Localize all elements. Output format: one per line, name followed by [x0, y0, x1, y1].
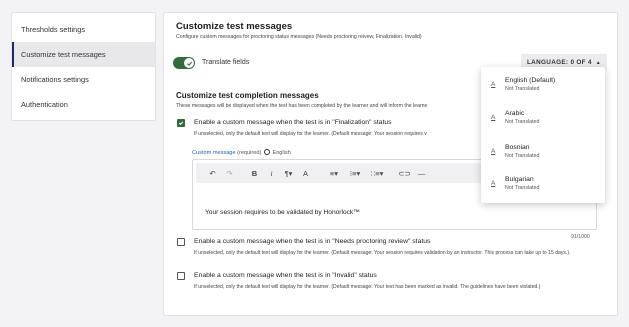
needs-review-checkbox[interactable] [177, 238, 185, 246]
language-option-bosnian[interactable]: A Bosnian Not Translated [481, 139, 605, 169]
bold-icon[interactable]: B [246, 169, 263, 178]
custom-message-text[interactable]: Your session requires to be validated by… [205, 209, 360, 216]
completion-section-description: These messages will be displayed when th… [176, 103, 428, 109]
invalid-help-text: If unselected, only the default text wil… [194, 284, 541, 290]
custom-message-required: (required) [237, 150, 262, 156]
language-status: Not Translated [505, 86, 540, 92]
globe-icon [263, 149, 270, 155]
character-counter: 91/1000 [571, 234, 590, 240]
language-option-arabic[interactable]: A Arabic Not Translated [481, 105, 605, 135]
language-name: Arabic [505, 110, 525, 117]
completion-section-title: Customize test completion messages [176, 91, 319, 100]
language-option-bulgarian[interactable]: A Bulgarian Not Translated [481, 171, 605, 201]
check-icon [178, 121, 184, 126]
bullet-list-icon[interactable]: ∷≡▾ [366, 169, 388, 178]
translate-icon: A [491, 148, 496, 155]
language-name: Bulgarian [505, 176, 534, 183]
translate-fields-toggle[interactable] [173, 57, 195, 69]
language-button-label: LANGUAGE: 0 OF 4 [526, 59, 592, 66]
custom-message-label: Custom message (required) English [192, 149, 291, 156]
translate-icon: A [491, 114, 496, 121]
caret-up-icon: ▲ [595, 59, 602, 66]
language-name: English (Default) [505, 77, 556, 84]
language-option-english[interactable]: A English (Default) Not Translated [481, 72, 605, 102]
finalization-checkbox[interactable] [177, 119, 185, 127]
redo-icon[interactable]: ↷ [221, 169, 238, 178]
language-status: Not Translated [505, 185, 540, 191]
language-dropdown-menu: A English (Default) Not Translated A Ara… [481, 67, 605, 203]
language-name: Bosnian [505, 144, 530, 151]
sidebar-item-thresholds-settings[interactable]: Thresholds settings [12, 17, 155, 42]
ordered-list-icon[interactable]: ⁝≡▾ [344, 169, 366, 178]
custom-message-language: English [272, 150, 291, 156]
settings-sidebar: Thresholds settings Customize test messa… [11, 12, 156, 121]
page-subtitle: Configure custom messages for proctoring… [176, 34, 422, 40]
translate-icon: A [491, 81, 496, 88]
undo-icon[interactable]: ↶ [204, 169, 221, 178]
language-status: Not Translated [505, 119, 540, 125]
italic-icon[interactable]: i [263, 169, 280, 178]
page-title: Customize test messages [176, 21, 293, 32]
invalid-checkbox[interactable] [177, 272, 185, 280]
paragraph-format-icon[interactable]: ¶▾ [280, 169, 297, 178]
finalization-help-text: If unselected, only the default text wil… [194, 131, 427, 137]
sidebar-item-notifications-settings[interactable]: Notifications settings [12, 67, 155, 92]
sidebar-item-authentication[interactable]: Authentication [12, 92, 155, 117]
check-icon [184, 58, 194, 68]
text-color-icon[interactable]: A [297, 169, 314, 178]
invalid-checkbox-label: Enable a custom message when the test is… [194, 272, 377, 279]
translate-icon: A [491, 180, 496, 187]
needs-review-checkbox-label: Enable a custom message when the test is… [194, 238, 431, 245]
language-status: Not Translated [505, 153, 540, 159]
finalization-checkbox-label: Enable a custom message when the test is… [194, 119, 392, 126]
horizontal-rule-icon[interactable]: — [413, 169, 430, 178]
sidebar-item-customize-test-messages[interactable]: Customize test messages [12, 42, 155, 67]
translate-fields-label: Translate fields [202, 59, 250, 66]
needs-review-help-text: If unselected, only the default text wil… [194, 250, 571, 256]
link-icon[interactable]: ⊂⊃ [396, 169, 413, 178]
custom-message-link[interactable]: Custom message [192, 150, 236, 156]
align-icon[interactable]: ≡▾ [324, 169, 344, 178]
